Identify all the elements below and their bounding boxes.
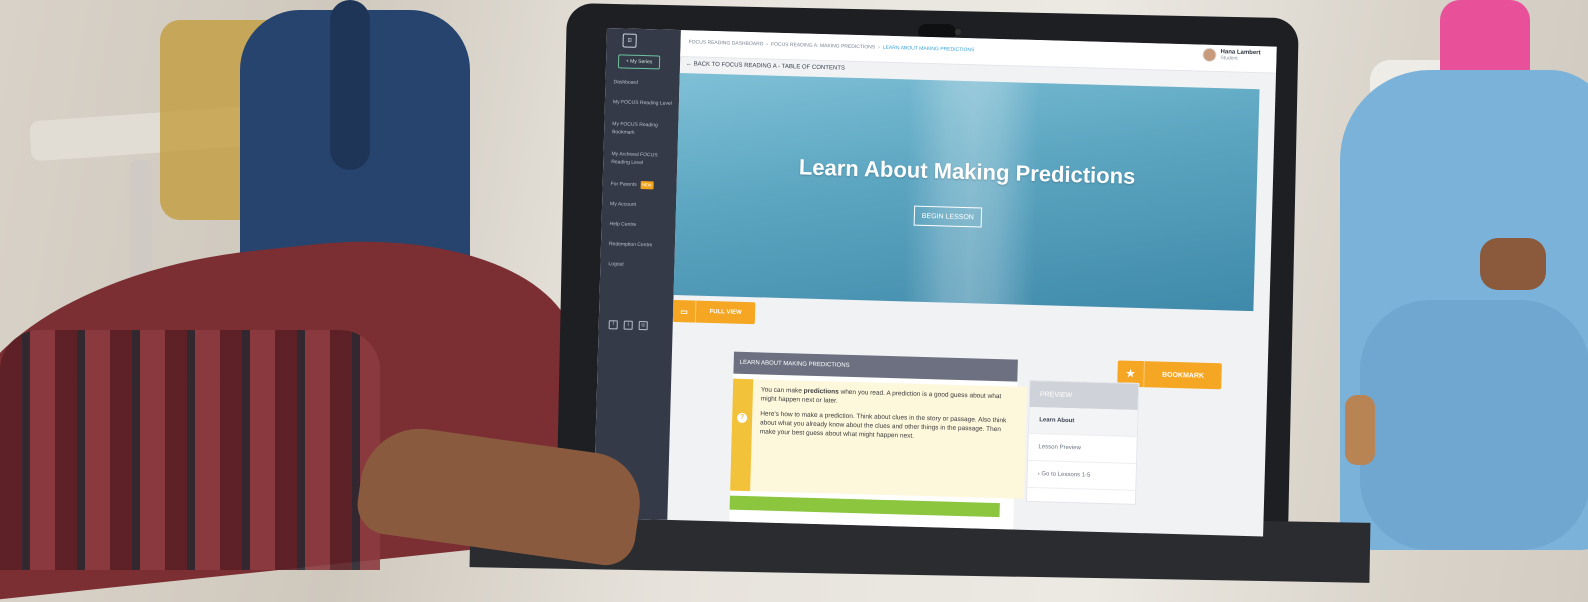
info-paragraph-2: Here's how to make a prediction. Think a… [759, 410, 1007, 440]
hero-road-image [903, 79, 1040, 306]
preview-item-go-to-lessons[interactable]: › Go to Lessons 1-5 [1027, 460, 1137, 491]
sidebar: ⊡ + My Series Dashboard My FOCUS Reading… [593, 28, 681, 520]
lesson-hero: Learn About Making Predictions BEGIN LES… [673, 73, 1260, 312]
laptop-camera-light [955, 29, 961, 35]
new-badge: NEW [640, 180, 654, 190]
background-zipper-pull [1345, 395, 1375, 465]
sidebar-item-reading-bookmark[interactable]: My FOCUS Reading Bookmark [612, 120, 674, 138]
bookmark-label: BOOKMARK [1161, 371, 1205, 380]
app-logo-icon[interactable]: ⊡ [622, 33, 637, 48]
preview-panel: PREVIEW Learn About Lesson Preview › Go … [1025, 379, 1140, 505]
keyword-predictions: predictions [803, 387, 839, 396]
breadcrumb: FOCUS READING DASHBOARD › FOCUS READING A:… [689, 39, 975, 53]
preview-item-lesson-preview[interactable]: Lesson Preview [1028, 433, 1137, 464]
instagram-icon[interactable]: ◎ [638, 321, 648, 331]
breadcrumb-unit[interactable]: FOCUS READING A: MAKING PREDICTIONS [771, 42, 875, 51]
breadcrumb-separator: › [766, 41, 769, 48]
user-info: Hana Lambert Student [1220, 49, 1260, 62]
begin-lesson-button[interactable]: BEGIN LESSON [913, 205, 983, 228]
breadcrumb-separator: › [878, 44, 880, 51]
my-series-button[interactable]: + My Series [617, 54, 661, 70]
lesson-panel-header: LEARN ABOUT MAKING PREDICTIONS [733, 351, 1018, 382]
full-view-label: FULL VIEW [709, 308, 742, 316]
background-plaid-shirt [0, 330, 380, 570]
sidebar-item-archived-level[interactable]: My Archived FOCUS Reading Level [611, 150, 673, 168]
sidebar-item-logout[interactable]: Logout [608, 260, 670, 270]
user-menu[interactable]: Hana Lambert Student [1202, 47, 1261, 64]
monitor-icon: ▭ [672, 299, 697, 323]
question-icon: ? [737, 412, 748, 424]
user-role: Student [1220, 55, 1238, 62]
preview-header: PREVIEW [1029, 380, 1139, 410]
info-paragraph-1: You can make predictions when you read. … [760, 386, 1002, 405]
sidebar-item-help-centre[interactable]: Help Centre [609, 220, 671, 230]
background-backpack-pocket [1360, 300, 1588, 550]
lesson-panel: LEARN ABOUT MAKING PREDICTIONS ? You can… [729, 351, 1028, 530]
sidebar-nav: Dashboard My FOCUS Reading Level My FOCU… [608, 78, 676, 282]
sidebar-item-redemption-centre[interactable]: Redemption Centre [609, 240, 671, 250]
back-to-contents-link[interactable]: ← BACK TO FOCUS READING A - TABLE OF CON… [686, 61, 845, 71]
breadcrumb-dashboard[interactable]: FOCUS READING DASHBOARD [689, 39, 764, 47]
full-view-button[interactable]: ▭ FULL VIEW [672, 299, 756, 325]
breadcrumb-current: LEARN ABOUT MAKING PREDICTIONS [882, 44, 975, 54]
social-links: f t ◎ [608, 320, 648, 331]
info-card: ? You can make predictions when you read… [730, 378, 1028, 499]
laptop-screen: ⊡ + My Series Dashboard My FOCUS Reading… [593, 28, 1277, 537]
avatar [1202, 47, 1217, 63]
sidebar-item-dashboard[interactable]: Dashboard [613, 78, 675, 88]
sidebar-item-label: For Parents [610, 181, 637, 188]
back-link-label: BACK TO FOCUS READING A - TABLE OF CONTE… [693, 61, 845, 72]
arrow-left-icon: ← [685, 61, 693, 68]
facebook-icon[interactable]: f [608, 320, 618, 330]
background-backpack-strap [330, 0, 370, 170]
green-section-bar [729, 495, 1000, 518]
background-bear-patch [1480, 238, 1546, 290]
preview-item-label: Go to Lessons 1-5 [1041, 471, 1091, 479]
sidebar-item-for-parents[interactable]: For Parents NEW [611, 180, 673, 190]
sidebar-item-reading-level[interactable]: My FOCUS Reading Level [613, 98, 675, 108]
sidebar-item-my-account[interactable]: My Account [610, 200, 672, 210]
preview-item-learn-about[interactable]: Learn About [1028, 406, 1138, 437]
twitter-icon[interactable]: t [623, 320, 633, 330]
